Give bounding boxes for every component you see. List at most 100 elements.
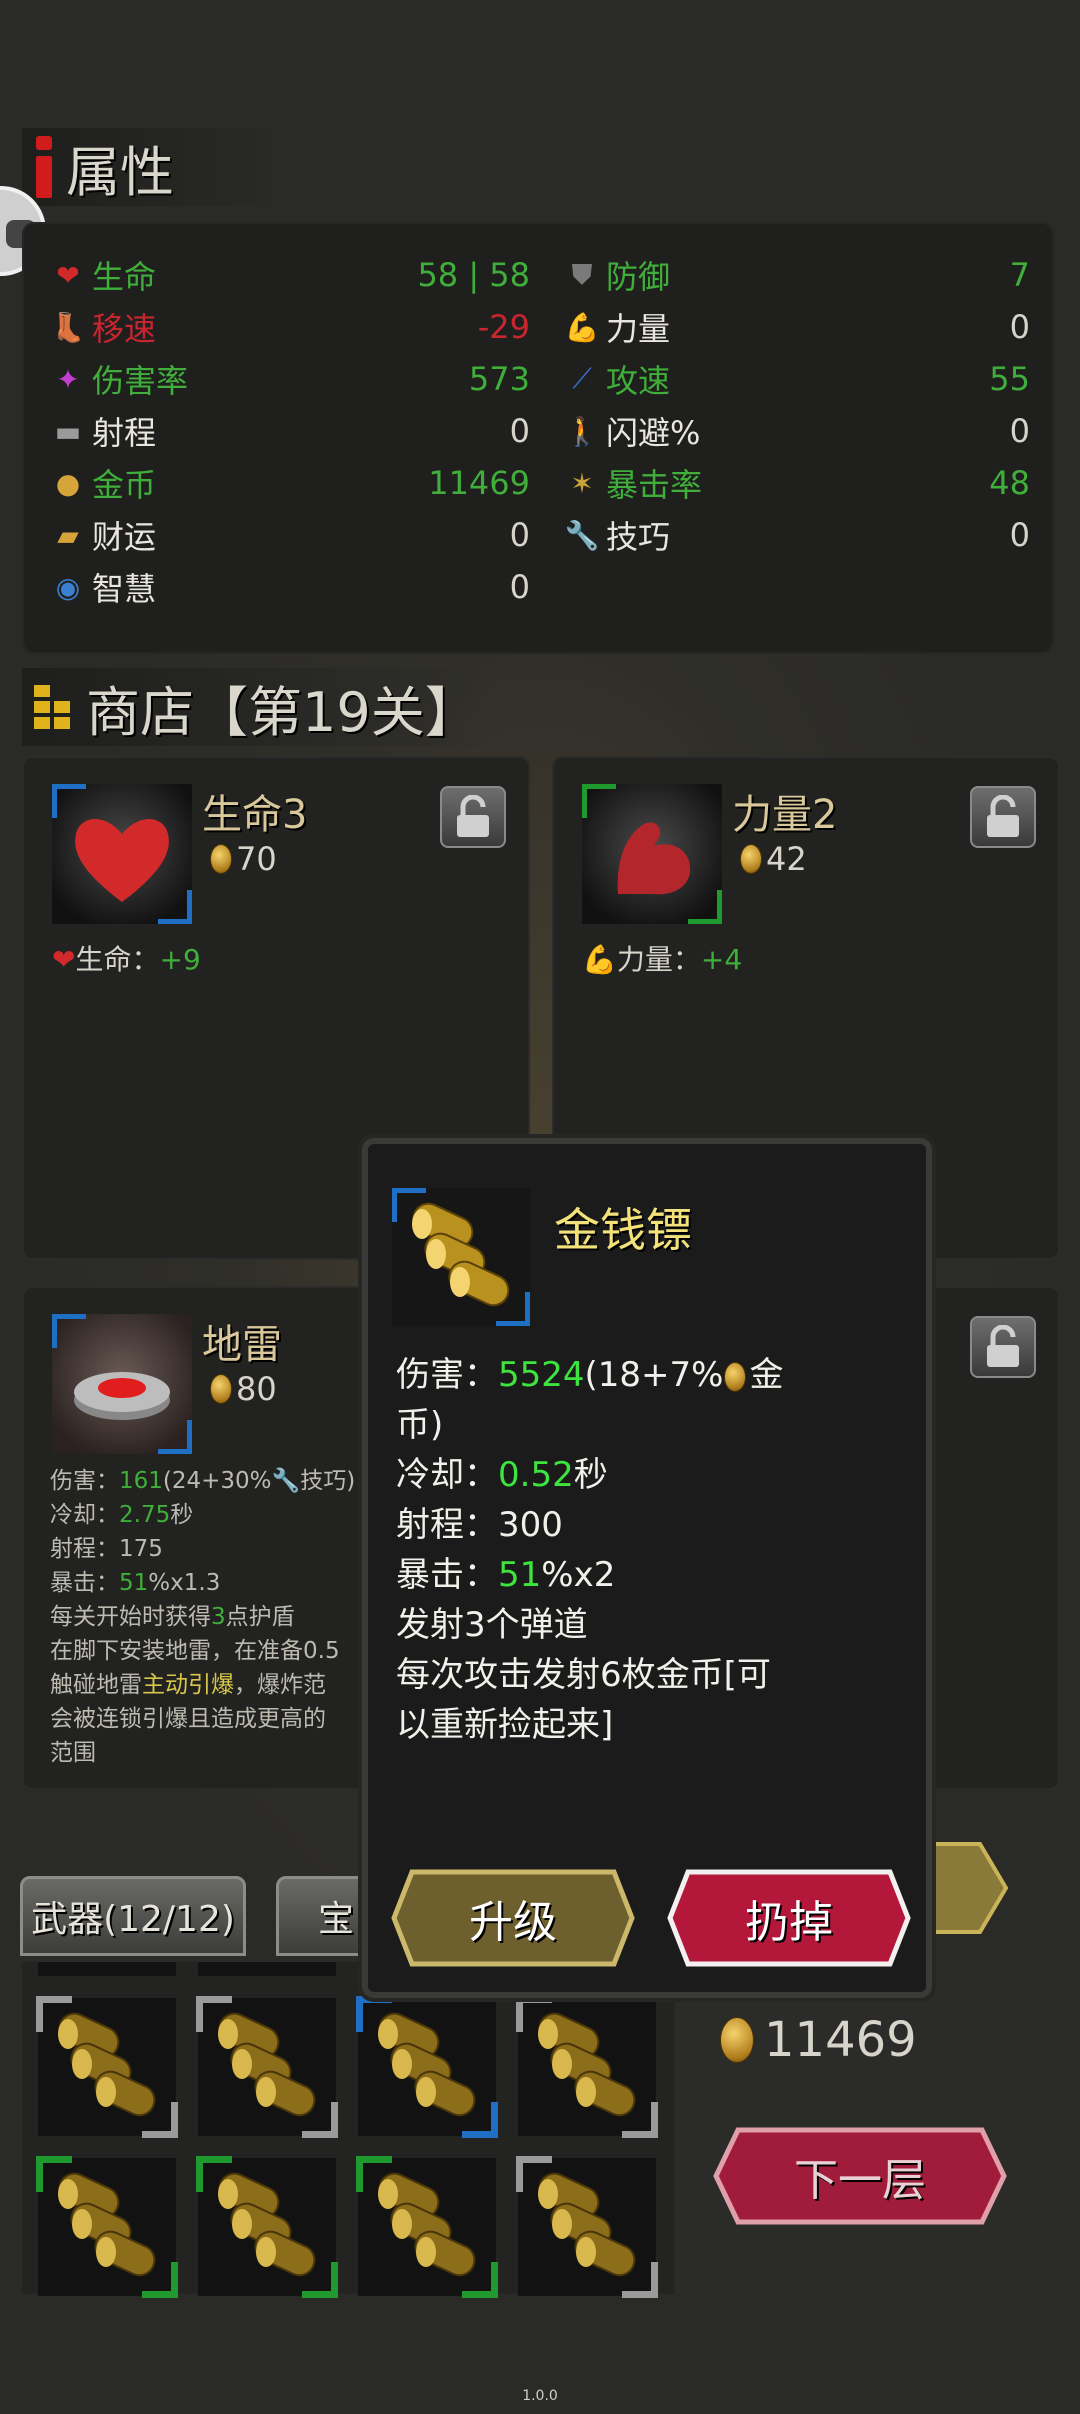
mine-description: 伤害：161(24+30%🔧技巧) 冷却：2.75秒 射程：175 暴击：51%… [50,1468,356,1766]
stat-value: 0 [1009,516,1030,554]
stat-label: 财运 [92,518,157,556]
gold-ingot-icon: ▰ [57,518,79,552]
coin-icon [723,1361,746,1392]
lock-icon[interactable] [970,786,1036,848]
inventory-slot[interactable] [196,1996,338,2138]
stat-value: 55 [989,360,1030,398]
stat-value: 573 [468,360,530,398]
stat-label: 闪避% [606,414,701,452]
coin-icon [720,2017,754,2063]
inventory-slot[interactable] [516,2156,658,2298]
coin-icon [740,844,762,874]
inventory-slot[interactable] [38,1962,176,1976]
heart-item-icon [52,784,192,924]
desc-line-1: 发射3个弹道 [396,1605,588,1645]
stat-value: 0 [1009,412,1030,450]
stat-value: 0 [509,568,530,606]
stat-label: 生命 [92,258,157,296]
item-name: 金钱镖 [554,1203,692,1257]
inventory-slot[interactable] [516,1996,658,2138]
shop-title: 商店【第19关】 [86,680,479,744]
shield-icon: ⛊ [571,258,593,291]
stat-label: 力量 [606,310,671,348]
item-detail-popup: 金钱镖 伤害：5524(18+7% 金 币) 冷却：0.52秒 射程：300 暴击… [362,1138,932,1998]
feather-icon: ⟋ [572,362,592,395]
stat-label: 攻速 [606,362,671,400]
inventory-slot[interactable] [36,2156,178,2298]
lock-icon[interactable] [440,786,506,848]
card-cost: 42 [740,840,807,878]
gold-display: 11469 [720,2012,917,2068]
stat-row: ▬ 射程 0 [50,406,530,456]
version-label: 1.0.0 [522,2388,558,2404]
wrench-icon: 🔧 [564,518,600,552]
next-floor-label: 下一层 [794,2155,926,2206]
card-effect: ❤生命：+9 [52,943,201,976]
stat-value: 11469 [428,464,530,502]
muscle-icon: 💪 [564,310,600,344]
upgrade-button[interactable]: 升级 [390,1868,636,1968]
cooldown-line: 冷却：0.52秒 [396,1455,608,1495]
boot-icon: 👢 [50,310,86,344]
stat-label: 伤害率 [92,362,189,400]
damage-line: 伤害：5524(18+7% 金 [396,1355,784,1395]
card-cost: 70 [210,840,277,878]
brain-icon: ◉ [55,570,81,604]
gold-amount: 11469 [764,2012,917,2068]
stat-value: 0 [1009,308,1030,346]
shop-icon [34,685,74,729]
tab-weapons[interactable]: 武器(12/12) [20,1876,246,1956]
damage-line-cont: 币) [396,1405,444,1445]
stat-row: 🔧 技巧 0 [564,510,1030,560]
shop-header: 商店【第19关】 [22,668,492,746]
discard-label: 扔掉 [745,1897,833,1948]
stat-label: 金币 [92,466,157,504]
stat-row: 🚶 闪避% 0 [564,406,1030,456]
attributes-title: 属性 [66,140,174,204]
heart-icon: ❤ [56,258,80,292]
landmine-item-icon [52,1314,192,1454]
stat-row: ⛊ 防御 7 [564,250,1030,300]
lock-icon[interactable] [970,1316,1036,1378]
inventory-slot[interactable] [36,1996,178,2138]
ruler-icon: ▬ [54,414,82,448]
stat-label: 防御 [606,258,671,296]
upgrade-label: 升级 [469,1897,557,1948]
weapon-inventory [22,1962,674,2298]
attributes-header: 属性 [22,128,402,206]
coin-icon [210,1374,232,1404]
stat-label: 射程 [92,414,157,452]
inventory-slot[interactable] [196,2156,338,2298]
stat-row: ❤ 生命 58 | 58 [50,250,530,300]
stat-row: ⟋ 攻速 55 [564,354,1030,404]
info-icon [32,136,54,198]
stat-row: ● 金币 11469 [50,458,530,508]
inventory-slot[interactable] [356,2156,498,2298]
discard-button[interactable]: 扔掉 [666,1868,912,1968]
attributes-panel: ❤ 生命 58 | 58 👢 移速 -29 ✦ 伤害率 573 ▬ 射程 0 ● 金币 11469 ▰ 财运 0 ◉… [22,222,1054,654]
stat-row: 💪 力量 0 [564,302,1030,352]
coin-icon: ● [55,466,81,500]
inventory-slot[interactable] [198,1962,336,1976]
stat-row: ✶ 暴击率 48 [564,458,1030,508]
stat-row: ✦ 伤害率 573 [50,354,530,404]
stat-value: 0 [509,516,530,554]
sparkle-icon: ✦ [56,362,80,396]
stat-row: ▰ 财运 0 [50,510,530,560]
card-effect: 💪力量：+4 [582,943,743,976]
dodge-figure-icon: 🚶 [564,414,600,448]
next-floor-button[interactable]: 下一层 [712,2126,1008,2226]
stat-label: 移速 [92,310,157,348]
stat-label: 智慧 [92,570,157,608]
range-line: 射程：300 [396,1505,563,1545]
coin-icon [210,844,232,874]
stat-label: 技巧 [606,518,671,556]
desc-line-3: 以重新捡起来] [396,1705,614,1745]
gold-dart-item-icon [392,1188,530,1326]
inventory-slot[interactable] [356,1996,498,2138]
crit-star-icon: ✶ [570,466,594,500]
stat-value: 0 [509,412,530,450]
bottom-right-area: 11469 下一层 [676,1962,1062,2294]
desc-line-2: 每次攻击发射6枚金币[可 [396,1655,771,1695]
stat-row: ◉ 智慧 0 [50,562,530,612]
